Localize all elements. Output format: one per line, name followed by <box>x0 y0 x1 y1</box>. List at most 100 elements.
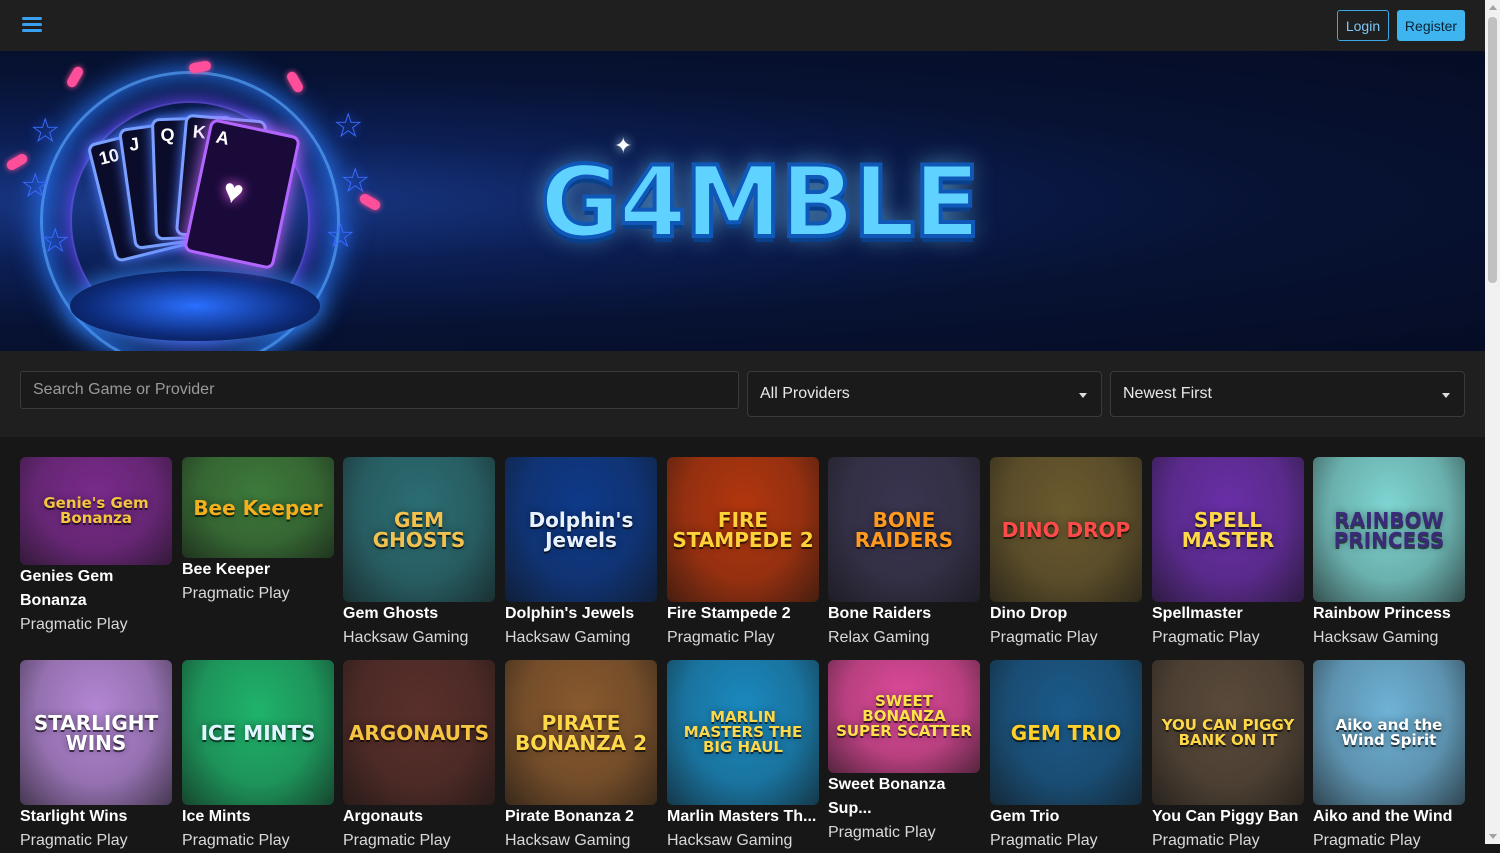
game-thumbnail[interactable]: ARGONAUTS <box>343 660 495 805</box>
scroll-up-arrow-icon[interactable] <box>1489 5 1497 10</box>
game-art-title: GEM GHOSTS <box>372 507 466 552</box>
game-provider: Pragmatic Play <box>1152 629 1260 646</box>
game-title[interactable]: Spellmaster <box>1152 602 1304 626</box>
game-title[interactable]: Fire Stampede 2 <box>667 602 819 626</box>
game-art-title: BONE RAIDERS <box>854 507 954 552</box>
game-title[interactable]: Aiko and the Wind <box>1313 805 1465 829</box>
game-title[interactable]: Rainbow Princess <box>1313 602 1465 626</box>
game-thumbnail[interactable]: SPELL MASTER <box>1152 457 1304 602</box>
game-tile[interactable]: FIRE STAMPEDE 2 Fire Stampede 2 Pragmatic … <box>667 457 819 650</box>
game-thumbnail[interactable]: STARLIGHT WINS <box>20 660 172 805</box>
game-title[interactable]: You Can Piggy Ban <box>1152 805 1304 829</box>
menu-icon[interactable] <box>22 17 42 35</box>
game-art-title: STARLIGHT WINS <box>33 710 159 755</box>
sort-select[interactable]: Newest First <box>1110 371 1465 417</box>
game-art-title: SWEET BONANZA SUPER SCATTER <box>836 692 972 740</box>
heart-icon: ♥ <box>219 171 248 213</box>
star-icon: ☆ <box>20 167 51 205</box>
game-thumbnail[interactable]: RAINBOW PRINCESS <box>1313 457 1465 602</box>
game-art-title: DINO DROP <box>1001 517 1131 542</box>
game-art-title: Genie's Gem Bonanza <box>43 494 149 527</box>
top-navbar: Login Register <box>0 0 1485 51</box>
game-provider: Pragmatic Play <box>343 832 451 849</box>
game-tile[interactable]: PIRATE BONANZA 2 Pirate Bonanza 2 Hacksaw … <box>505 660 657 853</box>
game-tile[interactable]: SWEET BONANZA SUPER SCATTER Sweet Bonanza… <box>828 660 980 845</box>
game-title[interactable]: Gem Ghosts <box>343 602 495 626</box>
scroll-thumb[interactable] <box>1488 17 1497 283</box>
game-tile[interactable]: ICE MINTS Ice Mints Pragmatic Play <box>182 660 334 853</box>
game-provider: Hacksaw Gaming <box>667 832 793 849</box>
game-title[interactable]: Bee Keeper <box>182 558 334 582</box>
game-art-title: RAINBOW PRINCESS <box>1333 507 1445 552</box>
game-tile[interactable]: Genie's Gem Bonanza Genies Gem Bonanza Pra… <box>20 457 172 637</box>
game-art-title: PIRATE BONANZA 2 <box>514 710 648 755</box>
search-input[interactable] <box>20 371 739 409</box>
game-thumbnail[interactable]: GEM GHOSTS <box>343 457 495 602</box>
login-button[interactable]: Login <box>1337 10 1389 41</box>
game-art-title: SPELL MASTER <box>1181 507 1275 552</box>
game-thumbnail[interactable]: ICE MINTS <box>182 660 334 805</box>
game-tile[interactable]: YOU CAN PIGGY BANK ON IT You Can Piggy Ba… <box>1152 660 1304 853</box>
game-title[interactable]: Ice Mints <box>182 805 334 829</box>
page-scrollbar[interactable] <box>1485 0 1500 844</box>
game-provider: Pragmatic Play <box>182 832 290 849</box>
game-thumbnail[interactable]: Dolphin's Jewels <box>505 457 657 602</box>
game-art-title: Aiko and the Wind Spirit <box>1335 715 1443 749</box>
game-thumbnail[interactable]: FIRE STAMPEDE 2 <box>667 457 819 602</box>
game-thumbnail[interactable]: Aiko and the Wind Spirit <box>1313 660 1465 805</box>
game-tile[interactable]: GEM GHOSTS Gem Ghosts Hacksaw Gaming <box>343 457 495 650</box>
game-tile[interactable]: SPELL MASTER Spellmaster Pragmatic Play <box>1152 457 1304 650</box>
game-title[interactable]: Genies Gem Bonanza <box>20 565 172 613</box>
game-thumbnail[interactable]: SWEET BONANZA SUPER SCATTER <box>828 660 980 773</box>
game-provider: Pragmatic Play <box>990 832 1098 849</box>
filter-bar: All Providers Newest First <box>0 351 1485 437</box>
game-title[interactable]: Marlin Masters Th... <box>667 805 819 829</box>
star-icon: ☆ <box>30 112 61 150</box>
game-thumbnail[interactable]: MARLIN MASTERS THE BIG HAUL <box>667 660 819 805</box>
game-title[interactable]: Dino Drop <box>990 602 1142 626</box>
game-provider: Hacksaw Gaming <box>505 832 631 849</box>
game-title[interactable]: Bone Raiders <box>828 602 980 626</box>
game-art-title: Dolphin's Jewels <box>528 507 634 552</box>
game-tile[interactable]: Aiko and the Wind Spirit Aiko and the Win… <box>1313 660 1465 853</box>
site-logo[interactable]: G4MBLE <box>538 144 982 262</box>
game-art-title: ARGONAUTS <box>348 720 490 745</box>
game-title[interactable]: Dolphin's Jewels <box>505 602 657 626</box>
game-tile[interactable]: DINO DROP Dino Drop Pragmatic Play <box>990 457 1142 650</box>
game-tile[interactable]: STARLIGHT WINS Starlight Wins Pragmatic Pl… <box>20 660 172 853</box>
star-icon: ☆ <box>325 217 356 255</box>
game-tile[interactable]: GEM TRIO Gem Trio Pragmatic Play <box>990 660 1142 853</box>
neon-podium <box>70 271 320 341</box>
game-tile[interactable]: MARLIN MASTERS THE BIG HAUL Marlin Master… <box>667 660 819 853</box>
game-art-title: ICE MINTS <box>200 720 316 745</box>
game-tile[interactable]: BONE RAIDERS Bone Raiders Relax Gaming <box>828 457 980 650</box>
game-thumbnail[interactable]: Genie's Gem Bonanza <box>20 457 172 565</box>
game-thumbnail[interactable]: GEM TRIO <box>990 660 1142 805</box>
provider-select[interactable]: All Providers <box>747 371 1102 417</box>
game-provider: Pragmatic Play <box>20 616 128 633</box>
game-thumbnail[interactable]: BONE RAIDERS <box>828 457 980 602</box>
game-thumbnail[interactable]: Bee Keeper <box>182 457 334 558</box>
game-title[interactable]: Argonauts <box>343 805 495 829</box>
game-provider: Pragmatic Play <box>990 629 1098 646</box>
game-title[interactable]: Pirate Bonanza 2 <box>505 805 657 829</box>
game-provider: Pragmatic Play <box>20 832 128 849</box>
game-provider: Hacksaw Gaming <box>343 629 469 646</box>
game-tile[interactable]: Bee Keeper Bee Keeper Pragmatic Play <box>182 457 334 606</box>
game-thumbnail[interactable]: YOU CAN PIGGY BANK ON IT <box>1152 660 1304 805</box>
chip-icon <box>285 69 305 95</box>
game-title[interactable]: Gem Trio <box>990 805 1142 829</box>
game-provider: Hacksaw Gaming <box>505 629 631 646</box>
game-provider: Hacksaw Gaming <box>1313 629 1439 646</box>
game-title[interactable]: Sweet Bonanza Sup... <box>828 773 980 821</box>
game-art-title: FIRE STAMPEDE 2 <box>672 507 814 552</box>
game-thumbnail[interactable]: DINO DROP <box>990 457 1142 602</box>
register-button[interactable]: Register <box>1397 10 1465 41</box>
scroll-down-arrow-icon[interactable] <box>1489 834 1497 839</box>
game-tile[interactable]: RAINBOW PRINCESS Rainbow Princess Hacksaw … <box>1313 457 1465 650</box>
game-provider: Pragmatic Play <box>182 585 290 602</box>
game-tile[interactable]: ARGONAUTS Argonauts Pragmatic Play <box>343 660 495 853</box>
game-thumbnail[interactable]: PIRATE BONANZA 2 <box>505 660 657 805</box>
game-title[interactable]: Starlight Wins <box>20 805 172 829</box>
game-tile[interactable]: Dolphin's Jewels Dolphin's Jewels Hacksaw … <box>505 457 657 650</box>
